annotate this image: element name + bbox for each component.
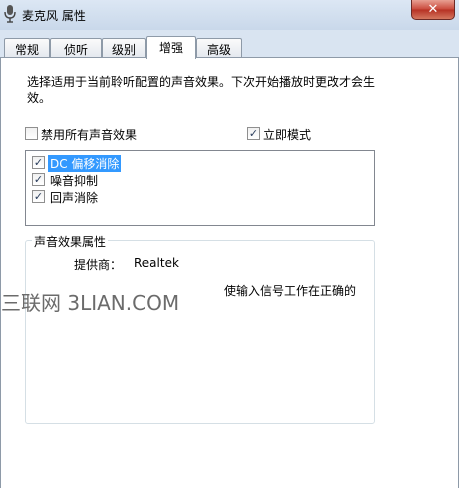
watermark: 三联网 3LIAN.COM [1, 291, 180, 315]
title-bar: 麦克风 属性 ✕ [0, 0, 459, 30]
effect-checkbox[interactable]: ✓ [32, 173, 45, 186]
tab-label: 侦听 [63, 43, 88, 57]
provider-value: Realtek [134, 256, 179, 270]
tab-strip: 常规 侦听 级别 增强 高级 [0, 36, 459, 59]
effect-label: 回声消除 [50, 191, 99, 205]
tab-label: 常规 [14, 43, 39, 57]
effects-list[interactable]: ✓ DC 偏移消除 ✓ 噪音抑制 ✓ 回声消除 [25, 150, 375, 226]
checkmark-icon: ✓ [248, 127, 259, 140]
effect-description: 使输入信号工作在正确的 [224, 284, 357, 298]
checkmark-icon: ✓ [33, 190, 44, 203]
close-icon: ✕ [427, 2, 439, 17]
enhancements-panel: 选择适用于当前聆听配置的声音效果。下次开始播放时更改才会生效。 禁用所有声音效果… [0, 57, 459, 488]
window-title: 麦克风 属性 [22, 9, 86, 23]
effect-checkbox[interactable]: ✓ [32, 156, 45, 169]
tab-label: 增强 [158, 41, 183, 55]
effect-checkbox[interactable]: ✓ [32, 190, 45, 203]
provider-label: 提供商： [74, 258, 123, 272]
tab-general[interactable]: 常规 [4, 38, 50, 58]
tab-listen[interactable]: 侦听 [50, 38, 102, 58]
effect-properties-group: 声音效果属性 提供商： Realtek 使输入信号工作在正确的 [25, 233, 375, 424]
tab-levels[interactable]: 级别 [102, 38, 146, 58]
tab-label: 高级 [206, 43, 231, 57]
tab-advanced[interactable]: 高级 [196, 38, 242, 58]
enhancements-description: 选择适用于当前聆听配置的声音效果。下次开始播放时更改才会生效。 [27, 75, 376, 105]
disable-all-checkbox[interactable] [25, 127, 38, 140]
close-button[interactable]: ✕ [411, 0, 455, 20]
immediate-mode-checkbox[interactable]: ✓ [247, 127, 260, 140]
effect-label: DC 偏移消除 [48, 155, 122, 172]
tab-enhancements[interactable]: 增强 [146, 36, 196, 59]
disable-all-label: 禁用所有声音效果 [41, 128, 138, 142]
effect-label: 噪音抑制 [50, 174, 99, 188]
group-legend: 声音效果属性 [32, 233, 109, 250]
checkmark-icon: ✓ [33, 173, 44, 186]
microphone-icon [4, 5, 16, 23]
tab-label: 级别 [111, 43, 136, 57]
checkmark-icon: ✓ [33, 156, 44, 169]
immediate-mode-label: 立即模式 [263, 128, 312, 142]
